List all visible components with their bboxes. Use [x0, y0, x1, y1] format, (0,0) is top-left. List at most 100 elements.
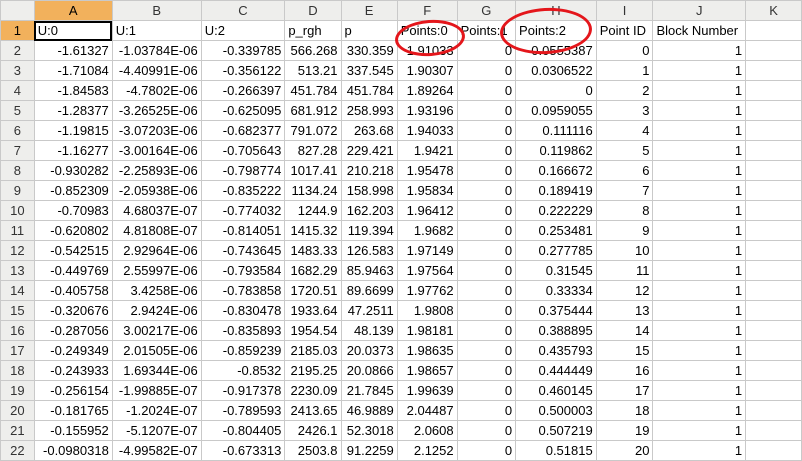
cell-b21[interactable]: -5.1207E-07 [111, 420, 202, 441]
cell-i17[interactable]: 15 [595, 340, 654, 361]
cell-b14[interactable]: 3.4258E-06 [111, 280, 202, 301]
cell-d5[interactable]: 681.912 [284, 100, 342, 121]
row-header[interactable]: 1 [0, 20, 35, 41]
cell-d8[interactable]: 1017.41 [284, 160, 342, 181]
cell-f5[interactable]: 1.93196 [396, 100, 458, 121]
cell-j11[interactable]: 1 [652, 220, 747, 241]
cell-h15[interactable]: 0.375444 [515, 300, 597, 321]
cell-j17[interactable]: 1 [652, 340, 747, 361]
cell-i22[interactable]: 20 [595, 440, 654, 461]
cell-j6[interactable]: 1 [652, 120, 747, 141]
cell-f8[interactable]: 1.95478 [396, 160, 458, 181]
cell-e2[interactable]: 330.359 [340, 40, 398, 61]
cell-d14[interactable]: 1720.51 [284, 280, 342, 301]
cell-j16[interactable]: 1 [652, 320, 747, 341]
row-header[interactable]: 9 [0, 180, 35, 201]
cell-k21[interactable] [745, 420, 802, 441]
cell-b3[interactable]: -4.40991E-06 [111, 60, 202, 81]
cell-c12[interactable]: -0.743645 [200, 240, 286, 261]
cell-g8[interactable]: 0 [456, 160, 517, 181]
cell-a14[interactable]: -0.405758 [33, 280, 113, 301]
cell-b19[interactable]: -1.99885E-07 [111, 380, 202, 401]
cell-k2[interactable] [745, 40, 802, 61]
cell-a7[interactable]: -1.16277 [33, 140, 113, 161]
cell-a13[interactable]: -0.449769 [33, 260, 113, 281]
cell-j13[interactable]: 1 [652, 260, 747, 281]
cell-j12[interactable]: 1 [652, 240, 747, 261]
cell-c1[interactable]: U:2 [200, 20, 286, 41]
cell-f7[interactable]: 1.9421 [396, 140, 458, 161]
cell-k1[interactable] [745, 20, 802, 41]
cell-d6[interactable]: 791.072 [284, 120, 342, 141]
cell-i14[interactable]: 12 [595, 280, 654, 301]
cell-h16[interactable]: 0.388895 [515, 320, 597, 341]
cell-e1[interactable]: p [340, 20, 398, 41]
cell-c16[interactable]: -0.835893 [200, 320, 286, 341]
cell-g14[interactable]: 0 [456, 280, 517, 301]
row-header[interactable]: 17 [0, 340, 35, 361]
row-header[interactable]: 8 [0, 160, 35, 181]
row-header[interactable]: 14 [0, 280, 35, 301]
cell-j19[interactable]: 1 [652, 380, 747, 401]
cell-b2[interactable]: -1.03784E-06 [111, 40, 202, 61]
cell-c6[interactable]: -0.682377 [200, 120, 286, 141]
cell-g9[interactable]: 0 [456, 180, 517, 201]
cell-a6[interactable]: -1.19815 [33, 120, 113, 141]
row-header[interactable]: 19 [0, 380, 35, 401]
cell-e5[interactable]: 258.993 [340, 100, 398, 121]
cell-j21[interactable]: 1 [652, 420, 747, 441]
cell-i18[interactable]: 16 [595, 360, 654, 381]
cell-k19[interactable] [745, 380, 802, 401]
cell-f15[interactable]: 1.9808 [396, 300, 458, 321]
cell-i1[interactable]: Point ID [595, 20, 654, 41]
cell-f9[interactable]: 1.95834 [396, 180, 458, 201]
cell-j10[interactable]: 1 [652, 200, 747, 221]
cell-a8[interactable]: -0.930282 [33, 160, 113, 181]
cell-h1[interactable]: Points:2 [515, 20, 597, 41]
row-header[interactable]: 16 [0, 320, 35, 341]
cell-c22[interactable]: -0.673313 [200, 440, 286, 461]
cell-g5[interactable]: 0 [456, 100, 517, 121]
cell-g18[interactable]: 0 [456, 360, 517, 381]
cell-k5[interactable] [745, 100, 802, 121]
cell-e9[interactable]: 158.998 [340, 180, 398, 201]
cell-f1[interactable]: Points:0 [396, 20, 458, 41]
cell-h7[interactable]: 0.119862 [515, 140, 597, 161]
row-header[interactable]: 5 [0, 100, 35, 121]
cell-a17[interactable]: -0.249349 [33, 340, 113, 361]
column-header-c[interactable]: C [200, 0, 286, 21]
cell-h13[interactable]: 0.31545 [515, 260, 597, 281]
cell-g15[interactable]: 0 [456, 300, 517, 321]
column-header-k[interactable]: K [745, 0, 802, 21]
cell-e11[interactable]: 119.394 [340, 220, 398, 241]
cell-e21[interactable]: 52.3018 [340, 420, 398, 441]
cell-a4[interactable]: -1.84583 [33, 80, 113, 101]
cell-c2[interactable]: -0.339785 [200, 40, 286, 61]
cell-b1[interactable]: U:1 [111, 20, 202, 41]
cell-c15[interactable]: -0.830478 [200, 300, 286, 321]
cell-e22[interactable]: 91.2259 [340, 440, 398, 461]
cell-b4[interactable]: -4.7802E-06 [111, 80, 202, 101]
row-header[interactable]: 13 [0, 260, 35, 281]
cell-e8[interactable]: 210.218 [340, 160, 398, 181]
cell-h21[interactable]: 0.507219 [515, 420, 597, 441]
cell-b7[interactable]: -3.00164E-06 [111, 140, 202, 161]
cell-i16[interactable]: 14 [595, 320, 654, 341]
cell-c19[interactable]: -0.917378 [200, 380, 286, 401]
cell-i2[interactable]: 0 [595, 40, 654, 61]
cell-d9[interactable]: 1134.24 [284, 180, 342, 201]
cell-a12[interactable]: -0.542515 [33, 240, 113, 261]
cell-g2[interactable]: 0 [456, 40, 517, 61]
cell-d19[interactable]: 2230.09 [284, 380, 342, 401]
cell-a21[interactable]: -0.155952 [33, 420, 113, 441]
cell-d21[interactable]: 2426.1 [284, 420, 342, 441]
cell-b13[interactable]: 2.55997E-06 [111, 260, 202, 281]
cell-j14[interactable]: 1 [652, 280, 747, 301]
cell-h2[interactable]: 0.0555387 [515, 40, 597, 61]
cell-c10[interactable]: -0.774032 [200, 200, 286, 221]
column-header-g[interactable]: G [456, 0, 517, 21]
row-header[interactable]: 6 [0, 120, 35, 141]
cell-j18[interactable]: 1 [652, 360, 747, 381]
cell-f17[interactable]: 1.98635 [396, 340, 458, 361]
row-header[interactable]: 7 [0, 140, 35, 161]
